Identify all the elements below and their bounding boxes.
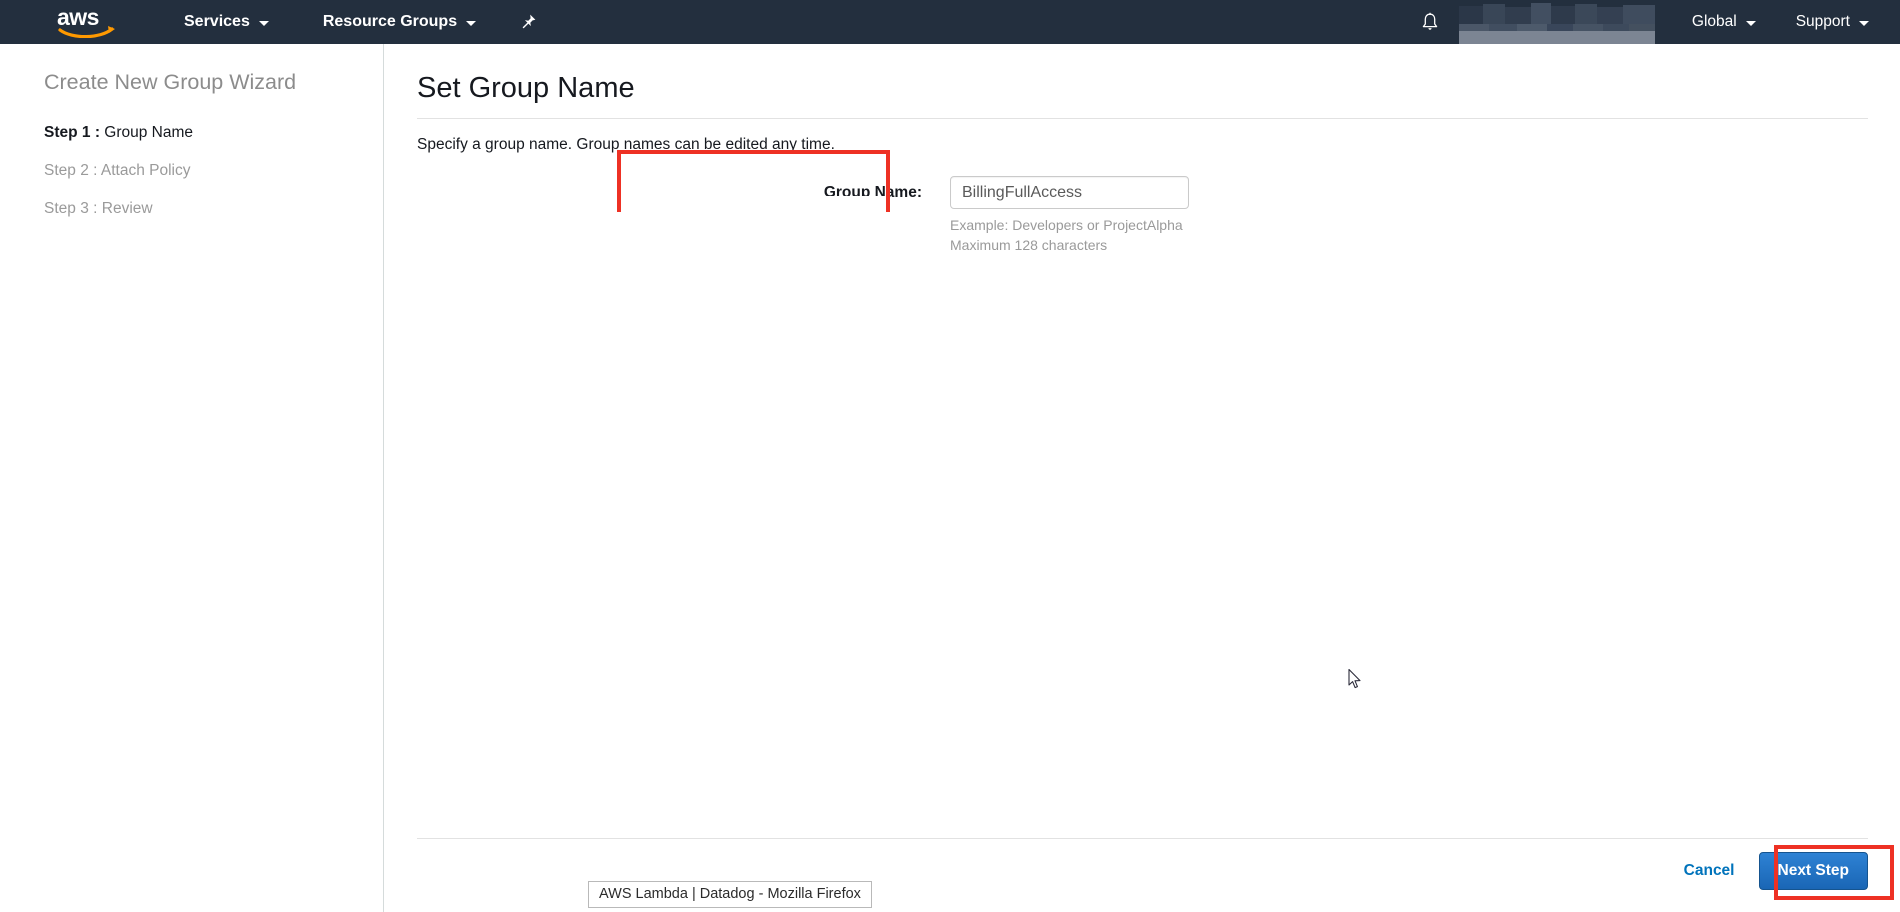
account-redaction-bar xyxy=(1459,31,1655,44)
cancel-button[interactable]: Cancel xyxy=(1684,862,1735,880)
step-1-number: Step 1 : xyxy=(44,124,100,141)
notification-bell-icon[interactable] xyxy=(1415,7,1445,37)
chevron-down-icon xyxy=(1859,21,1869,26)
footer-divider xyxy=(417,838,1868,839)
page-title: Set Group Name xyxy=(417,68,1900,108)
step-2-label: Attach Policy xyxy=(101,162,191,179)
nav-services-label: Services xyxy=(184,13,250,31)
taskbar-window-button[interactable]: AWS Lambda | Datadog - Mozilla Firefox xyxy=(588,881,872,908)
chevron-down-icon xyxy=(1746,21,1756,26)
pushpin-icon[interactable] xyxy=(517,11,539,33)
aws-logo[interactable]: aws xyxy=(57,7,119,37)
aws-logo-smile-icon xyxy=(58,26,118,38)
nav-region-selector[interactable]: Global xyxy=(1681,0,1767,44)
group-name-input[interactable] xyxy=(950,176,1189,209)
nav-support-label: Support xyxy=(1796,13,1850,31)
step-3-label: Review xyxy=(102,200,153,217)
wizard-sidebar: Create New Group Wizard Step 1 : Group N… xyxy=(0,44,384,912)
next-step-button[interactable]: Next Step xyxy=(1759,852,1869,890)
nav-resource-groups-label: Resource Groups xyxy=(323,13,457,31)
group-name-hint-max: Maximum 128 characters xyxy=(950,235,1189,255)
wizard-title: Create New Group Wizard xyxy=(44,66,383,98)
step-3-number: Step 3 : xyxy=(44,200,97,217)
wizard-step-list: Step 1 : Group Name Step 2 : Attach Poli… xyxy=(0,114,383,228)
group-name-form-row: Group Name: Example: Developers or Proje… xyxy=(385,176,1900,255)
nav-right-group: Global Support xyxy=(1415,0,1900,44)
main-content: Set Group Name Specify a group name. Gro… xyxy=(385,44,1900,912)
nav-support[interactable]: Support xyxy=(1785,0,1880,44)
step-1-label: Group Name xyxy=(104,124,193,141)
page-description: Specify a group name. Group names can be… xyxy=(417,136,1900,154)
step-2-number: Step 2 : xyxy=(44,162,97,179)
group-name-label: Group Name: xyxy=(385,176,950,210)
account-menu-redacted[interactable] xyxy=(1459,0,1655,44)
footer-actions: Cancel Next Step xyxy=(1684,852,1868,890)
nav-resource-groups[interactable]: Resource Groups xyxy=(312,0,487,44)
sidebar-step-1-group-name[interactable]: Step 1 : Group Name xyxy=(44,114,383,152)
sidebar-step-2-attach-policy[interactable]: Step 2 : Attach Policy xyxy=(44,152,383,190)
chevron-down-icon xyxy=(259,21,269,26)
aws-top-navigation-bar: aws Services Resource Groups xyxy=(0,0,1900,44)
chevron-down-icon xyxy=(466,21,476,26)
nav-services[interactable]: Services xyxy=(173,0,280,44)
title-divider xyxy=(417,118,1868,119)
nav-region-label: Global xyxy=(1692,13,1737,31)
group-name-field-wrapper: Example: Developers or ProjectAlpha Maxi… xyxy=(950,176,1189,255)
sidebar-step-3-review[interactable]: Step 3 : Review xyxy=(44,190,383,228)
group-name-hint-example: Example: Developers or ProjectAlpha xyxy=(950,215,1189,235)
aws-logo-wordmark: aws xyxy=(57,7,119,28)
